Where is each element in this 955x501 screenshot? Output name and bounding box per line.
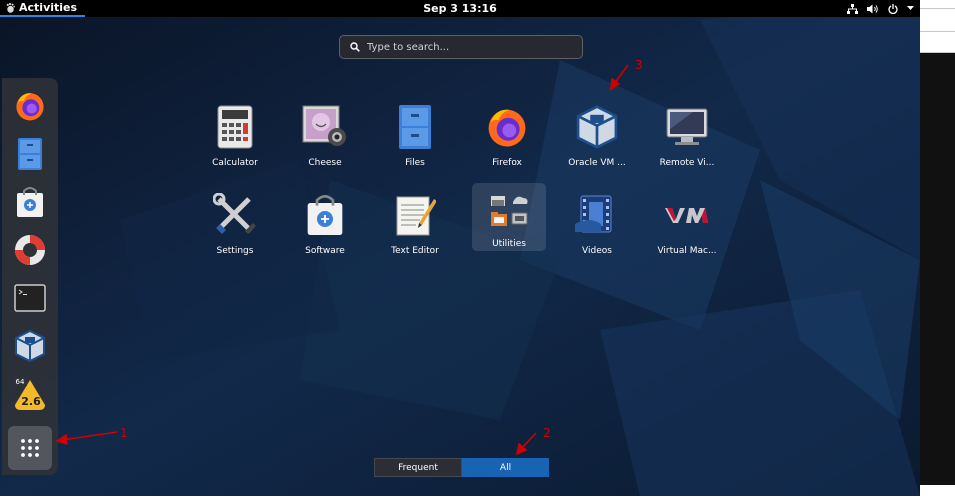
app-software[interactable]: Software [288, 175, 362, 259]
app-label: Text Editor [391, 246, 439, 256]
app-calculator[interactable]: Calculator [198, 87, 272, 171]
utilities-folder-icon [491, 196, 528, 226]
monitor-icon [666, 108, 708, 145]
app-virtual-machine-manager[interactable]: Virtual Mac... [650, 175, 724, 259]
gnome-foot-icon [6, 2, 15, 13]
app-grid-icon [21, 439, 39, 457]
file-cabinet-icon [399, 105, 431, 149]
app-settings[interactable]: Settings [198, 175, 272, 259]
app-label: Software [305, 246, 345, 256]
app-label: Utilities [492, 239, 526, 249]
lifebuoy-icon [15, 235, 45, 265]
app-label: Virtual Mac... [657, 246, 717, 256]
frequent-button[interactable]: Frequent [374, 458, 462, 477]
menu-arrow-icon [907, 6, 914, 10]
app-remote-viewer[interactable]: Remote Vi... [650, 87, 724, 171]
network-icon [847, 3, 858, 14]
dash-item-files[interactable] [10, 134, 50, 174]
dash-item-virtualbox[interactable] [10, 326, 50, 366]
activities-label: Activities [19, 1, 78, 14]
app-text-editor[interactable]: Text Editor [378, 175, 452, 259]
app-label: Settings [216, 246, 254, 256]
annotation-2: 2 [543, 426, 551, 440]
calculator-icon [217, 105, 253, 149]
search-icon [350, 42, 360, 52]
dash: 64 2.6 [2, 78, 58, 475]
clock[interactable]: Sep 3 13:16 [423, 2, 497, 15]
tools-icon [213, 193, 256, 234]
file-cabinet-icon [18, 138, 42, 170]
app-label: Videos [582, 246, 612, 256]
wallpaper [0, 0, 920, 496]
app-label: Firefox [492, 158, 522, 168]
app-label: Oracle VM ... [568, 158, 626, 168]
app-label: Remote Vi... [659, 158, 715, 168]
film-icon [575, 195, 612, 233]
app-label: Files [405, 158, 425, 168]
terminal-icon [14, 284, 46, 312]
annotation-1: 1 [120, 426, 128, 440]
app-utilities[interactable]: Utilities [472, 183, 546, 251]
dash-item-help[interactable] [10, 230, 50, 270]
app-videos[interactable]: Videos [560, 175, 634, 259]
power-icon [888, 3, 898, 14]
app-files[interactable]: Files [378, 87, 452, 171]
virtualbox-cube-icon [576, 105, 618, 149]
top-bar: Activities Sep 3 13:16 [0, 0, 920, 17]
vm-logo-icon [665, 208, 708, 223]
app-label: Cheese [308, 158, 342, 168]
search-field[interactable] [339, 35, 583, 59]
app-label: Calculator [212, 158, 258, 168]
search-input[interactable] [367, 41, 567, 53]
text-editor-icon [396, 196, 436, 236]
show-applications-button[interactable] [8, 426, 52, 470]
dash-item-terminal[interactable] [10, 278, 50, 318]
activities-button[interactable]: Activities [0, 0, 86, 17]
software-bag-icon [17, 187, 43, 217]
gnome-desktop: Activities Sep 3 13:16 Type to search...… [0, 0, 920, 496]
dash-item-software[interactable] [10, 182, 50, 222]
virtualbox-cube-icon [15, 329, 45, 363]
cheese-icon [302, 105, 346, 146]
volume-icon [867, 4, 878, 13]
badge-text: 2.6 [21, 395, 41, 408]
app-cheese[interactable]: Cheese [288, 87, 362, 171]
system-tray[interactable] [847, 0, 914, 17]
dash-item-firefox[interactable] [10, 86, 50, 126]
view-switcher: Frequent All [374, 458, 549, 477]
app-oracle-vm[interactable]: Oracle VM ... [560, 87, 634, 171]
badge-top-text: 64 [16, 378, 25, 386]
host-window-edge [920, 0, 955, 501]
firefox-icon [16, 93, 44, 121]
badge-icon: 64 2.6 [13, 377, 45, 410]
dash-item-app-2-6[interactable]: 64 2.6 [10, 374, 50, 414]
annotation-3: 3 [635, 58, 643, 72]
software-bag-icon [307, 195, 343, 235]
firefox-icon [488, 109, 526, 147]
all-button[interactable]: All [462, 458, 549, 477]
app-firefox[interactable]: Firefox [470, 87, 544, 171]
